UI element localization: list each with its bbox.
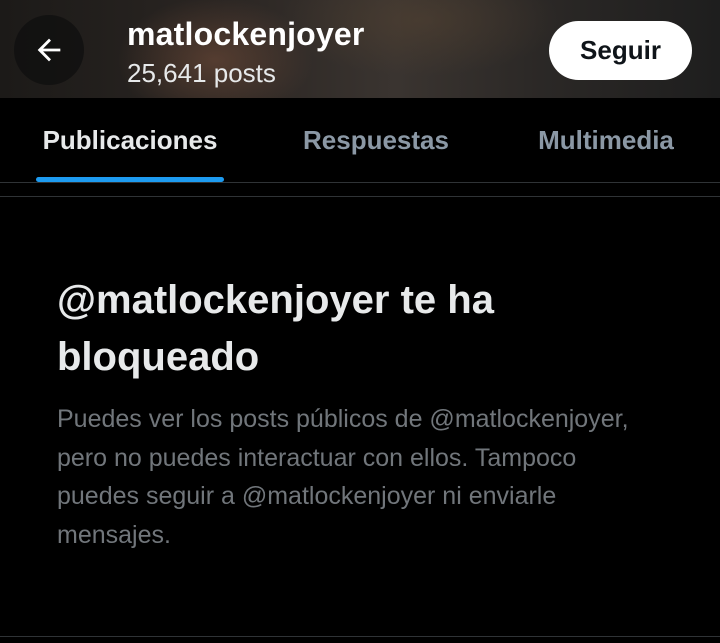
profile-header: matlockenjoyer 25,641 posts Seguir xyxy=(0,0,720,98)
profile-username: matlockenjoyer xyxy=(127,16,365,52)
tab-respuestas[interactable]: Respuestas xyxy=(296,98,456,182)
post-count: 25,641 posts xyxy=(127,58,276,88)
tab-publicaciones[interactable]: Publicaciones xyxy=(36,98,224,182)
tab-multimedia[interactable]: Multimedia xyxy=(528,98,684,182)
arrow-left-icon xyxy=(37,38,61,62)
divider xyxy=(0,196,720,197)
profile-tabs: Publicaciones Respuestas Multimedia xyxy=(0,98,720,183)
profile-title-block: matlockenjoyer 25,641 posts xyxy=(127,14,365,90)
blocked-title: @matlockenjoyer te ha bloqueado xyxy=(57,278,494,379)
follow-button[interactable]: Seguir xyxy=(549,21,692,80)
blocked-description: Puedes ver los posts públicos de @matloc… xyxy=(57,405,629,549)
divider xyxy=(0,636,720,637)
active-tab-indicator xyxy=(36,177,224,182)
back-button[interactable] xyxy=(14,15,84,85)
